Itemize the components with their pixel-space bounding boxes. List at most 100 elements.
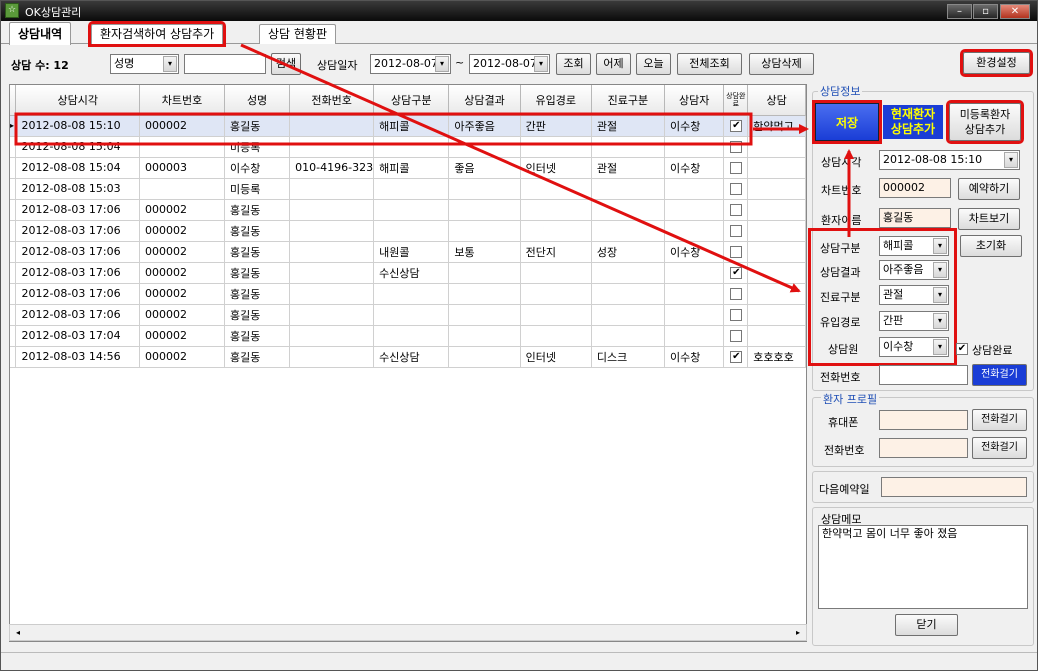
column-header[interactable]: 상담결과 [448,85,521,116]
column-header[interactable]: 유입경로 [520,85,592,116]
cell-done[interactable] [723,199,749,221]
time-picker[interactable]: 2012-08-08 15:10 ▾ [879,150,1020,170]
date-from-picker[interactable]: 2012-08-07 ▾ [370,54,451,74]
column-header[interactable]: 진료구분 [591,85,665,116]
view-all-button[interactable]: 전체조회 [677,53,742,75]
tab-consult-history[interactable]: 상담내역 [9,22,72,45]
tab-search-add[interactable]: 환자검색하여 상담추가 [87,21,227,47]
search-button[interactable]: 검색 [271,53,301,75]
chart-number-field[interactable]: 000002 [879,178,951,198]
done-checkbox[interactable] [730,288,743,300]
done-label: 상담완료 [972,344,1013,357]
close-button[interactable]: ✕ [1000,4,1030,19]
call-tel-button[interactable]: 전화걸기 [972,437,1027,459]
column-header[interactable]: 상담자 [664,85,725,116]
done-checkbox[interactable] [730,141,743,153]
scroll-left-icon[interactable]: ◂ [10,625,26,640]
cell-result [448,283,521,305]
done-checkbox[interactable] [730,309,743,321]
column-header[interactable]: 상담 [747,85,806,116]
next-reservation-field[interactable] [881,477,1027,497]
current-patient-add-button[interactable]: 현재환자 상담추가 [883,105,943,139]
column-header[interactable]: 상담완료 [723,85,749,116]
close-panel-button[interactable]: 닫기 [895,614,958,636]
table-row[interactable]: 2012-08-03 17:06 000002 홍길동 [10,283,806,305]
cell-done[interactable] [723,157,749,179]
today-button[interactable]: 오늘 [636,53,671,75]
treat-select[interactable]: 관절 ▾ [879,285,949,305]
type-select[interactable]: 해피콜 ▾ [879,236,949,256]
phone-field[interactable] [879,365,968,385]
cell-treat: 디스크 [591,346,665,368]
done-checkbox[interactable]: ✔ [730,267,743,279]
patient-name-field[interactable]: 홍길동 [879,208,951,228]
column-header[interactable]: 상담구분 [373,85,450,116]
tel-field[interactable] [879,438,968,458]
cell-done[interactable]: ✔ [723,346,749,368]
scroll-right-icon[interactable]: ▸ [790,625,806,640]
cell-done[interactable]: ✔ [723,115,749,137]
table-row[interactable]: 2012-08-08 15:04 000003 이수창 010-4196-323 해피콜… [10,157,806,179]
done-checkbox[interactable] [730,183,743,195]
table-row[interactable]: 2012-08-03 17:06 000002 홍길동 [10,220,806,242]
done-checkbox[interactable] [730,225,743,237]
result-select[interactable]: 아주좋음 ▾ [879,260,949,280]
query-button[interactable]: 조회 [556,53,591,75]
cell-done[interactable] [723,136,749,158]
tab-status-board[interactable]: 상담 현황판 [259,24,337,44]
cell-treat [591,220,665,242]
staff-select[interactable]: 이수창 ▾ [879,337,949,357]
column-header[interactable]: 상담시각 [15,85,140,116]
cell-done[interactable] [723,220,749,242]
chart-view-button[interactable]: 차트보기 [958,208,1020,230]
chevron-down-icon: ▾ [1004,152,1018,168]
cell-done[interactable]: ✔ [723,262,749,284]
table-row[interactable]: 2012-08-08 15:04 미등록 [10,136,806,158]
done-checkbox[interactable]: ✔ [956,343,968,355]
settings-button[interactable]: 환경설정 [960,49,1033,77]
done-checkbox[interactable]: ✔ [730,351,743,363]
horizontal-scrollbar[interactable]: ◂ ▸ [9,624,807,641]
table-row[interactable]: 2012-08-03 17:06 000002 홍길동 수신상담 ✔ [10,262,806,284]
date-to-picker[interactable]: 2012-08-07 ▾ [469,54,550,74]
cell-done[interactable] [723,304,749,326]
table-row[interactable]: 2012-08-03 17:06 000002 홍길동 [10,199,806,221]
column-header[interactable]: 전화번호 [289,85,375,116]
call-mobile-button[interactable]: 전화걸기 [972,409,1027,431]
table-row[interactable]: ▸ 2012-08-08 15:10 000002 홍길동 해피콜 아주좋음 간판 관절 이수창… [10,115,806,137]
delete-consult-button[interactable]: 상담삭제 [749,53,814,75]
save-button[interactable]: 저장 [812,100,882,144]
field-select[interactable]: 성명 ▾ [110,54,179,74]
mobile-field[interactable] [879,410,968,430]
table-row[interactable]: 2012-08-03 17:04 000002 홍길동 [10,325,806,347]
yesterday-button[interactable]: 어제 [596,53,631,75]
column-header[interactable]: 차트번호 [139,85,225,116]
table-row[interactable]: 2012-08-03 17:06 000002 홍길동 [10,304,806,326]
table-row[interactable]: 2012-08-03 14:56 000002 홍길동 수신상담 인터넷 디스크 이수창 ✔ 호… [10,346,806,368]
maximize-button[interactable]: ▫ [973,4,998,19]
cell-treat [591,178,665,200]
table-row[interactable]: 2012-08-08 15:03 미등록 [10,178,806,200]
reserve-button[interactable]: 예약하기 [958,178,1020,200]
done-checkbox[interactable] [730,330,743,342]
minimize-button[interactable]: – [947,4,972,19]
cell-time: 2012-08-03 17:06 [15,220,140,242]
cell-phone [289,199,375,221]
search-input[interactable] [184,54,266,74]
done-checkbox[interactable] [730,162,743,174]
call-button[interactable]: 전화걸기 [972,364,1027,386]
cell-done[interactable] [723,178,749,200]
cell-done[interactable] [723,283,749,305]
done-checkbox[interactable] [730,246,743,258]
cell-result [448,178,521,200]
reset-button[interactable]: 초기화 [960,235,1022,257]
route-select[interactable]: 간판 ▾ [879,311,949,331]
done-checkbox[interactable]: ✔ [730,120,743,132]
column-header[interactable]: 성명 [224,85,291,116]
cell-done[interactable] [723,241,749,263]
table-row[interactable]: 2012-08-03 17:06 000002 홍길동 내원콜 보통 전단지 성장 이수창 [10,241,806,263]
done-checkbox[interactable] [730,204,743,216]
unregistered-add-button[interactable]: 미등록환자 상담추가 [946,100,1024,144]
memo-textarea[interactable]: 한약먹고 몸이 너무 좋아 졌음 [818,525,1028,609]
cell-done[interactable] [723,325,749,347]
